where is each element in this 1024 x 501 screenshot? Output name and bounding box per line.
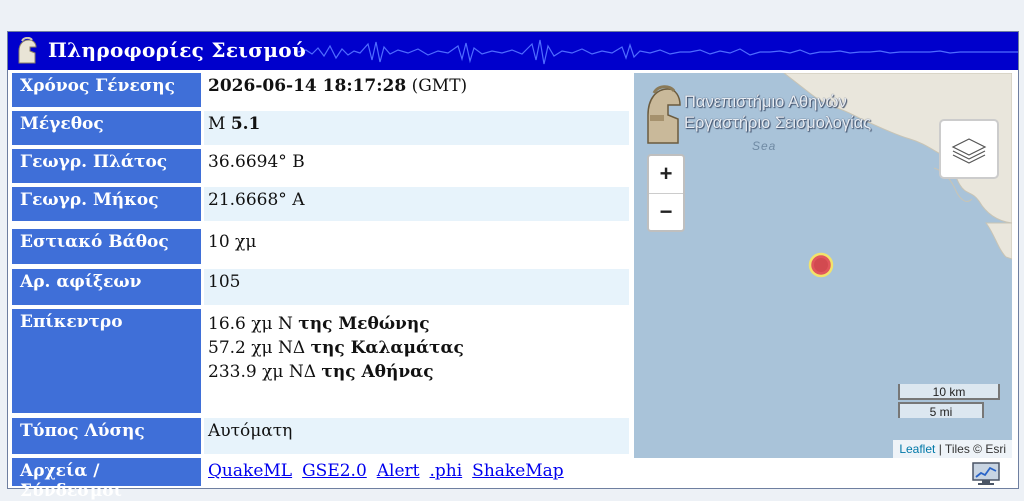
value-magnitude: M 5.1 [204, 111, 629, 145]
epicenter-line-1: 16.6 χμ Ν της Μεθώνης [208, 314, 430, 334]
page-title: Πληροφορίες Σεισμού [48, 38, 307, 62]
epicenter-place-kalamata: της Καλαμάτας [310, 338, 464, 358]
panel-header: Πληροφορίες Σεισμού [8, 32, 1018, 70]
value-depth: 10 χμ [208, 232, 257, 252]
helmet-icon [647, 85, 681, 144]
magnitude-number: 5.1 [230, 114, 261, 134]
label-longitude: Γεωγρ. Μήκος [12, 187, 201, 221]
link-alert[interactable]: Alert [377, 461, 420, 481]
map-logo-line-1: Πανεπιστήμιο Αθηνών [684, 93, 847, 111]
map-sea-label: Sea [752, 139, 777, 153]
layers-icon [951, 138, 987, 164]
zoom-in-button[interactable]: + [649, 156, 683, 194]
earthquake-info-panel: Πληροφορίες Σεισμού Χρόνος Γένεσης 2026-… [7, 31, 1019, 501]
value-epicenter: 16.6 χμ Ν της Μεθώνης 57.2 χμ ΝΔ της Καλ… [204, 309, 629, 413]
zoom-out-button[interactable]: − [649, 194, 683, 231]
origin-time-datetime: 2026-06-14 18:17:28 [208, 76, 407, 96]
link-shakemap[interactable]: ShakeMap [472, 461, 564, 481]
label-depth: Εστιακό Βάθος [12, 229, 201, 264]
label-arrivals: Αρ. αφίξεων [12, 269, 201, 305]
tiles-credit: | Tiles © Esri [935, 442, 1006, 456]
files-links: QuakeML GSE2.0 Alert .phi ShakeMap [204, 458, 964, 486]
value-longitude: 21.6668° Α [204, 187, 629, 221]
map-logo-line-2: Εργαστήριο Σεισμολογίας [684, 114, 872, 132]
value-solution-type: Αυτόματη [204, 418, 629, 454]
link-quakeml[interactable]: QuakeML [208, 461, 292, 481]
value-arrivals: 105 [204, 269, 629, 305]
value-origin-time: 2026-06-14 18:17:28 (GMT) [204, 73, 629, 107]
helmet-icon [18, 37, 37, 64]
layers-button[interactable] [939, 119, 999, 179]
zoom-control: + − [647, 154, 685, 232]
link-phi[interactable]: .phi [430, 461, 463, 481]
magnitude-prefix: M [208, 114, 231, 134]
scale-mi: 5 mi [898, 402, 984, 419]
value-latitude: 36.6694° Β [208, 152, 305, 172]
label-epicenter: Επίκεντρο [12, 309, 201, 413]
map-attribution: Leaflet | Tiles © Esri [893, 440, 1012, 458]
origin-time-zone: (GMT) [406, 76, 468, 96]
epicenter-line-2: 57.2 χμ ΝΔ της Καλαμάτας [208, 338, 464, 358]
leaflet-link[interactable]: Leaflet [899, 442, 935, 456]
link-gse2[interactable]: GSE2.0 [302, 461, 367, 481]
seismogram-decoration [298, 39, 1018, 65]
label-origin-time: Χρόνος Γένεσης [12, 73, 201, 107]
epicenter-place-methoni: της Μεθώνης [298, 314, 430, 334]
epicenter-place-athens: της Αθήνας [321, 362, 434, 382]
monitor-chart-icon[interactable] [971, 462, 1001, 486]
label-solution-type: Τύπος Λύσης [12, 418, 201, 454]
scale-km: 10 km [898, 384, 1000, 400]
epicenter-line-3: 233.9 χμ ΝΔ της Αθήνας [208, 362, 434, 382]
label-magnitude: Μέγεθος [12, 111, 201, 145]
map-scale: 10 km 5 mi [898, 384, 1000, 419]
label-files-links: Αρχεία / Σύνδεσμοι [12, 458, 201, 501]
epicenter-map[interactable]: Πανεπιστήμιο Αθηνών Εργαστήριο Σεισμολογ… [634, 73, 1012, 458]
label-latitude: Γεωγρ. Πλάτος [12, 149, 201, 183]
